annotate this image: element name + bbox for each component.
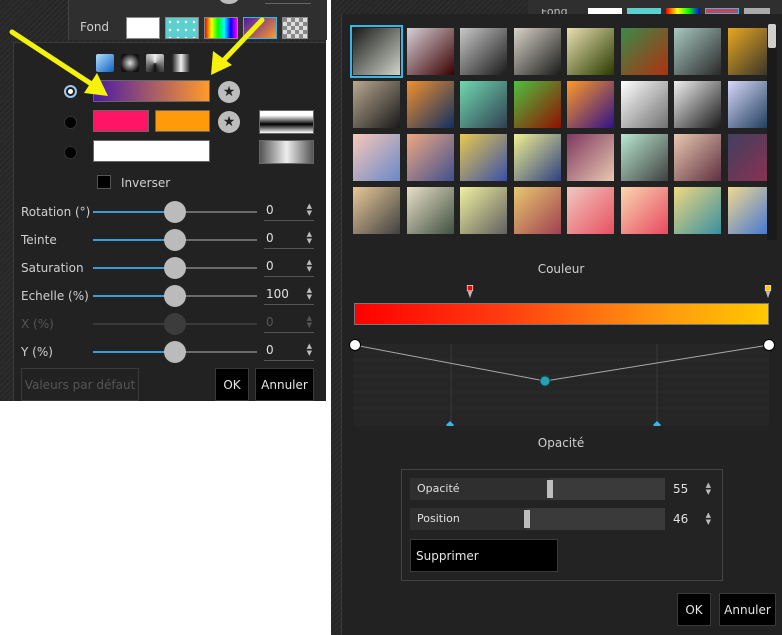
gradient-preset-swatch[interactable]	[674, 28, 721, 75]
first-color-box[interactable]	[93, 110, 149, 132]
slider-label: Teinte	[21, 233, 57, 247]
stop-opacity-spinner-icon[interactable]: ▲ ▼	[706, 482, 711, 496]
slider-track[interactable]	[93, 229, 257, 251]
two-color-radio[interactable]	[64, 116, 77, 129]
slider-value-field[interactable]: 0 ▲ ▼	[264, 258, 314, 277]
slider-value-field[interactable]: 0 ▲ ▼	[264, 342, 314, 361]
gradient-color-bar[interactable]	[354, 303, 769, 325]
slider-value-field: 0 ▲ ▼	[264, 314, 314, 333]
slider-label: Y (%)	[21, 345, 53, 359]
gradient-preset-swatch[interactable]	[567, 28, 614, 75]
stop-position-label: Position	[417, 512, 460, 525]
gradient-preset-swatch[interactable]	[406, 134, 454, 181]
slider-knob[interactable]	[164, 201, 186, 223]
gradient-preset-swatch[interactable]	[513, 81, 561, 128]
gradient-preset-swatch[interactable]	[353, 134, 400, 181]
spinner-arrows-icon[interactable]: ▲ ▼	[307, 259, 312, 273]
solid-color-radio[interactable]	[64, 146, 77, 159]
spinner-arrows-icon[interactable]: ▲ ▼	[307, 287, 312, 301]
spinner-arrows-icon[interactable]: ▲ ▼	[307, 343, 312, 357]
gradient-preset-swatch[interactable]	[353, 81, 400, 128]
gradient-preset-swatch[interactable]	[406, 81, 454, 128]
gradient-preset-swatch[interactable]	[513, 134, 561, 181]
slider-knob[interactable]	[164, 341, 186, 363]
spinner-arrows-icon[interactable]: ▲ ▼	[307, 231, 312, 245]
second-color-box[interactable]	[155, 110, 210, 132]
slider-track[interactable]	[93, 201, 257, 223]
gradient-preset-swatch[interactable]	[460, 134, 507, 181]
opacity-end-handle[interactable]	[763, 339, 775, 351]
stop-opacity-slider[interactable]: Opacité	[410, 478, 665, 500]
slider-label: Echelle (%)	[21, 289, 89, 303]
yellow-stop-marker[interactable]	[764, 285, 772, 299]
invert-label: Inverser	[121, 176, 171, 190]
left-arrow-icon	[9, 29, 108, 96]
gradient-preset-swatch[interactable]	[460, 28, 507, 75]
opacity-section-label: Opacité	[537, 436, 585, 450]
cancel-button-left[interactable]: Annuler	[255, 368, 314, 401]
stop-opacity-thumb[interactable]	[547, 480, 554, 498]
slider-track[interactable]	[93, 257, 257, 279]
gradient-preset-swatch[interactable]	[350, 25, 403, 78]
gradient-preset-swatch[interactable]	[406, 187, 454, 234]
gradient-preset-swatch[interactable]	[620, 134, 668, 181]
metallic-preview-swatch[interactable]	[259, 140, 314, 164]
color-section-label: Couleur	[537, 262, 585, 276]
spinner-arrows-icon[interactable]: ▲ ▼	[307, 203, 312, 217]
gradient-preset-swatch[interactable]	[460, 81, 507, 128]
opacity-curve-editor[interactable]	[354, 344, 769, 426]
slider-knob[interactable]	[164, 257, 186, 279]
gradient-preset-swatch[interactable]	[567, 81, 614, 128]
gradient-preset-swatch[interactable]	[674, 187, 721, 234]
opacity-midpoint-handle[interactable]	[539, 375, 551, 387]
gradient-preset-swatch[interactable]	[567, 187, 614, 234]
cancel-button-right[interactable]: Annuler	[719, 593, 776, 626]
invert-checkbox[interactable]	[97, 175, 111, 189]
right-arrow-icon	[211, 17, 265, 75]
stop-position-slider[interactable]: Position	[410, 508, 665, 530]
gradient-preset-swatch[interactable]	[513, 28, 561, 75]
preset-scrollbar-thumb[interactable]	[768, 24, 776, 48]
ok-button-left[interactable]: OK	[215, 368, 249, 401]
stop-position-spinner-icon[interactable]: ▲ ▼	[706, 512, 711, 526]
slider-track[interactable]	[93, 285, 257, 307]
gradient-preset-swatch[interactable]	[620, 28, 668, 75]
preset-scrollbar[interactable]	[767, 26, 777, 240]
slider-track[interactable]	[93, 341, 257, 363]
slider-label: X (%)	[21, 317, 54, 331]
stop-position-thumb[interactable]	[524, 510, 531, 528]
stop-opacity-value[interactable]: 55 ▲ ▼	[667, 479, 715, 499]
opacity-start-handle[interactable]	[349, 339, 361, 351]
gradient-preset-swatch[interactable]	[674, 81, 721, 128]
right-background-strip: Fond	[528, 0, 782, 14]
slider-value-field[interactable]: 100 ▲ ▼	[264, 286, 314, 305]
default-values-button[interactable]: Valeurs par défaut	[21, 368, 139, 401]
gradient-preset-swatch[interactable]	[620, 187, 668, 234]
delete-stop-button[interactable]: Supprimer	[410, 539, 558, 572]
gradient-preset-swatch[interactable]	[513, 187, 561, 234]
solid-color-box[interactable]	[93, 140, 210, 162]
annotation-arrows	[9, 17, 265, 96]
slider-knob[interactable]	[164, 285, 186, 307]
ok-button-right[interactable]: OK	[677, 593, 711, 626]
gradient-preset-swatch[interactable]	[353, 187, 400, 234]
slider-knob[interactable]	[164, 229, 186, 251]
favorite-star-icon-2[interactable]: ★	[218, 111, 240, 133]
stop-opacity-label: Opacité	[417, 482, 460, 495]
slider-knob	[164, 313, 186, 335]
slider-track	[93, 313, 257, 335]
red-stop-marker[interactable]	[466, 285, 474, 299]
slider-label: Rotation (°)	[21, 205, 91, 219]
mask-preview-swatch[interactable]	[259, 110, 314, 134]
stop-position-value[interactable]: 46 ▲ ▼	[667, 509, 715, 529]
spinner-arrows-icon: ▲ ▼	[306, 314, 312, 329]
slider-value-field[interactable]: 0 ▲ ▼	[264, 230, 314, 249]
slider-value-field[interactable]: 0 ▲ ▼	[264, 202, 314, 221]
gradient-preset-swatch[interactable]	[674, 134, 721, 181]
slider-label: Saturation	[21, 261, 84, 275]
gradient-preset-swatch[interactable]	[567, 134, 614, 181]
gradient-preset-swatch[interactable]	[406, 28, 454, 75]
gradient-preset-swatch[interactable]	[620, 81, 668, 128]
gradient-preset-swatch[interactable]	[460, 187, 507, 234]
